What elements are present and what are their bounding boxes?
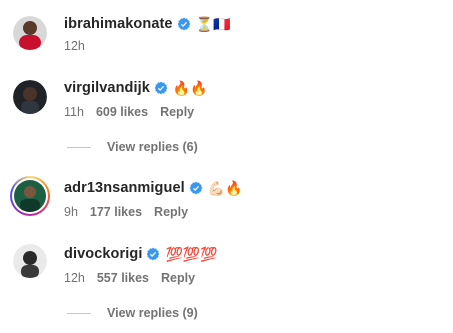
likes-count[interactable]: 609 likes [96,105,148,119]
reply-button[interactable]: Reply [154,205,188,219]
divider-line [67,312,91,314]
comment-username[interactable]: ibrahimakonate [64,16,173,32]
verified-badge-icon [147,247,160,261]
comment-timestamp: 12h [64,39,85,53]
verified-badge-icon [154,81,168,95]
avatar[interactable] [13,16,47,50]
comment-timestamp: 11h [64,105,84,119]
view-replies-label: View replies (9) [107,306,198,320]
view-replies-button[interactable]: View replies (6) [67,140,198,154]
divider-line [67,146,91,148]
reply-button[interactable]: Reply [161,271,195,285]
comment-timestamp: 12h [64,271,85,285]
comment-text: ⏳🇫🇷 [195,16,231,32]
comment-text: 💯💯💯 [165,246,218,262]
avatar [14,180,46,212]
avatar-story-ring[interactable] [10,176,50,216]
comment-timestamp: 9h [64,205,78,219]
comments-list: ibrahimakonate ⏳🇫🇷 12h virgilvandijk 🔥🔥 … [0,0,453,333]
comment-username[interactable]: virgilvandijk [64,80,150,96]
view-replies-button[interactable]: View replies (9) [67,306,198,320]
comment-username[interactable]: adr13nsanmiguel [64,180,185,196]
comment-text: 🔥🔥 [172,80,208,96]
verified-badge-icon [177,17,190,31]
likes-count[interactable]: 557 likes [97,271,149,285]
view-replies-label: View replies (6) [107,140,198,154]
avatar[interactable] [13,80,47,114]
reply-button[interactable]: Reply [160,105,194,119]
comment-text: 💪🏻🔥 [207,180,243,196]
avatar[interactable] [13,244,47,278]
comment-username[interactable]: divockorigi [64,246,142,262]
verified-badge-icon [189,181,203,195]
likes-count[interactable]: 177 likes [90,205,142,219]
